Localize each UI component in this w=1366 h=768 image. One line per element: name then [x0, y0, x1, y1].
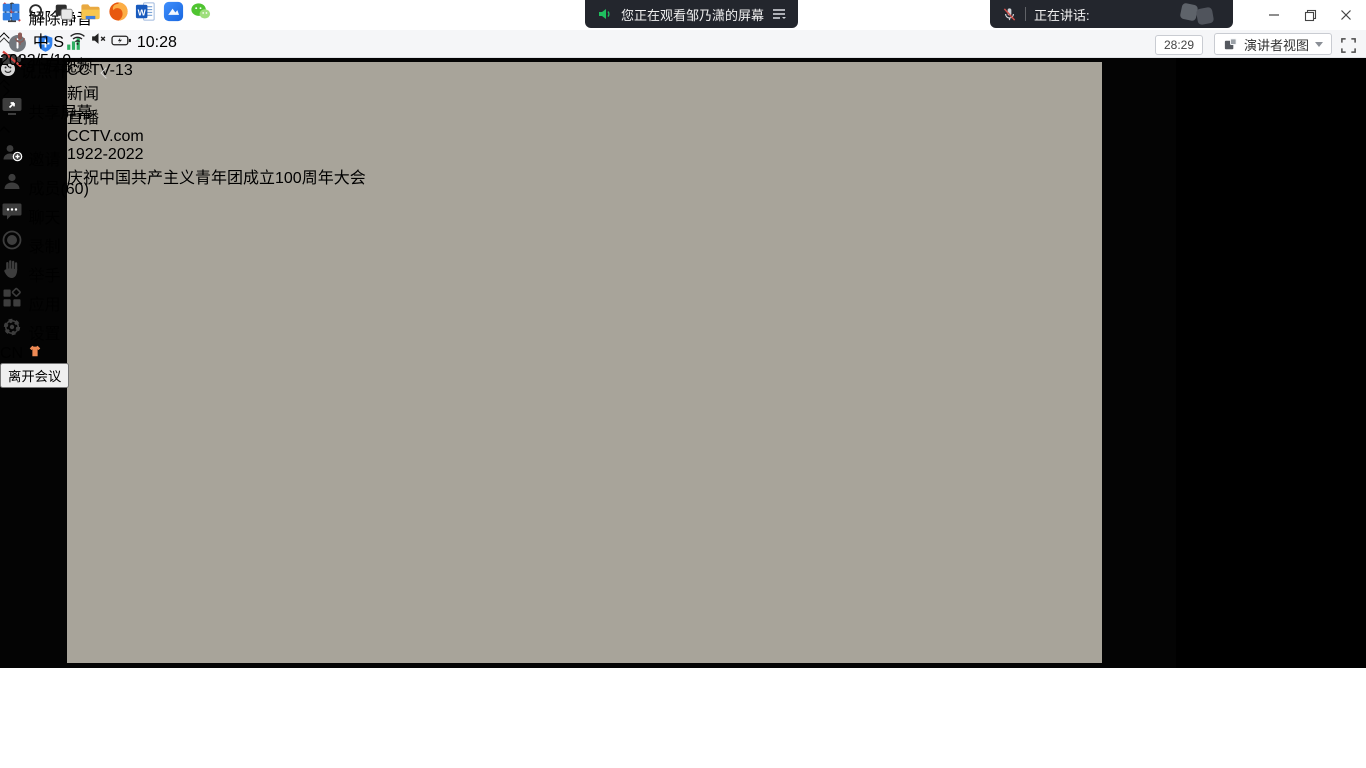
muted-mic-icon	[1002, 7, 1017, 22]
close-button[interactable]	[1328, 0, 1364, 30]
chat-icon	[0, 199, 24, 223]
scene-people-texture	[67, 62, 1102, 663]
time: 10:28	[137, 34, 177, 51]
task-view-button[interactable]	[53, 10, 75, 27]
shared-screen-stage: CCTV-13 新闻 直播 CCTV.com 1922-2022 庆祝中国共产主…	[0, 58, 1176, 668]
record-button[interactable]: 录制	[0, 228, 92, 257]
share-screen-button[interactable]: 共享屏幕	[0, 94, 92, 123]
watching-screen-label: 您正在观看邹乃潇的屏幕	[621, 5, 764, 24]
ime-mode-label: CN	[0, 345, 23, 362]
volume-muted-icon[interactable]	[90, 30, 107, 47]
meeting-app-button[interactable]	[162, 10, 185, 27]
apps-button[interactable]: 应用	[0, 286, 92, 315]
speaking-label: 正在讲话:	[1034, 5, 1090, 24]
tray-overflow-chevron[interactable]	[0, 37, 10, 48]
layout-view-icon	[1223, 37, 1238, 52]
svg-text:W: W	[138, 7, 147, 17]
start-button[interactable]	[0, 10, 22, 27]
fullscreen-button[interactable]	[1338, 35, 1358, 55]
speaking-status-pill: 正在讲话:	[990, 0, 1233, 28]
chevron-down-icon	[1315, 42, 1323, 51]
chat-button[interactable]: 聊天	[0, 199, 92, 228]
apps-icon	[0, 286, 24, 310]
main-area: CCTV-13 新闻 直播 CCTV.com 1922-2022 庆祝中国共产主…	[0, 58, 1366, 668]
ime-skin-icon	[28, 344, 42, 358]
restore-button[interactable]	[1292, 0, 1328, 30]
sogou-ime-icon[interactable]: S	[53, 34, 64, 51]
watching-screen-pill: 您正在观看邹乃潇的屏幕	[585, 0, 798, 28]
app-logo-watermark	[1177, 4, 1221, 24]
members-icon	[0, 170, 24, 194]
tray-ime-lang[interactable]: 中	[33, 34, 49, 51]
tray-mic-icon[interactable]	[12, 31, 28, 47]
window-controls	[1256, 0, 1364, 30]
share-options-chevron[interactable]	[0, 126, 10, 137]
gear-icon	[0, 315, 24, 339]
invite-icon	[0, 141, 24, 165]
firefox-button[interactable]	[107, 10, 130, 27]
raise-hand-button[interactable]: 举手	[0, 257, 92, 286]
share-screen-icon	[0, 94, 24, 118]
word-button[interactable]: W	[134, 10, 157, 27]
layout-menu-icon[interactable]	[772, 8, 786, 20]
windows-taskbar: W 中 S 10:28 2022/5/10	[0, 0, 212, 70]
fullscreen-icon	[1340, 37, 1357, 54]
date: 2022/5/10	[0, 52, 71, 69]
view-mode-label: 演讲者视图	[1244, 35, 1309, 54]
ime-indicator[interactable]: CN	[0, 344, 92, 363]
meeting-timer: 28:29	[1155, 35, 1203, 55]
search-button[interactable]	[26, 10, 48, 27]
minimize-button[interactable]	[1256, 0, 1292, 30]
wifi-icon[interactable]	[69, 30, 86, 47]
settings-button[interactable]: 设置	[0, 315, 92, 344]
divider	[1025, 7, 1026, 21]
speaker-icon	[597, 6, 613, 22]
broadcast-video: CCTV-13 新闻 直播 CCTV.com 1922-2022 庆祝中国共产主…	[67, 62, 1102, 663]
file-explorer-button[interactable]	[79, 10, 102, 27]
camera-options-chevron[interactable]	[0, 79, 10, 90]
view-mode-button[interactable]: 演讲者视图	[1214, 33, 1332, 55]
record-icon	[0, 228, 24, 252]
members-button[interactable]: 成员(60)	[0, 170, 92, 199]
leave-meeting-button[interactable]: 离开会议	[0, 363, 69, 388]
meeting-app-window: 您正在观看邹乃潇的屏幕 正在讲话: 28:29 演讲者视图	[0, 0, 1366, 768]
wechat-button[interactable]	[189, 10, 212, 27]
invite-button[interactable]: 邀请	[0, 141, 92, 170]
raise-hand-icon	[0, 257, 24, 281]
battery-icon[interactable]	[111, 34, 132, 47]
